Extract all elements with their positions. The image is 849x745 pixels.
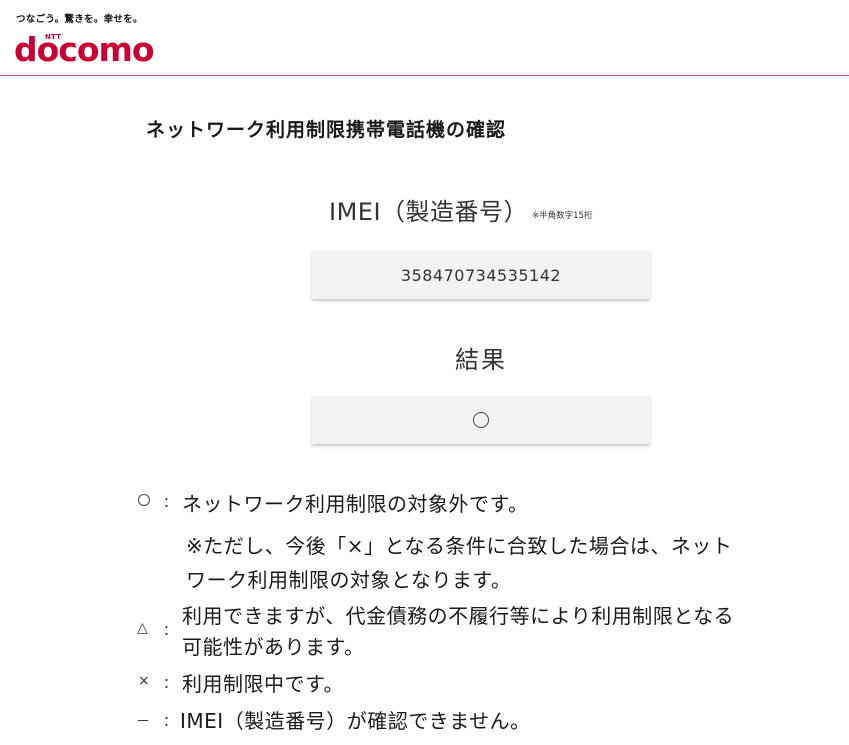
logo-wordmark: docomo (14, 30, 155, 69)
header-divider (0, 75, 849, 76)
page-title: ネットワーク利用制限携帯電話機の確認 (146, 119, 507, 141)
legend-triangle-line2: 可能性があります。 (182, 635, 365, 659)
imei-field[interactable]: 358470734535142 (312, 251, 650, 299)
legend-cross-separator: ： (163, 676, 177, 692)
brand-tagline: つなごう。驚きを。幸せを。 (16, 14, 143, 25)
legend-dash-separator: ： (163, 714, 177, 730)
legend-circle-icon (138, 494, 150, 506)
legend-circle-separator: ： (163, 495, 177, 511)
imei-heading: IMEI（製造番号） ※半角数字15桁 (329, 192, 592, 227)
result-heading: 結果 (455, 346, 507, 374)
site-header: つなごう。驚きを。幸せを。 docomo NTT (0, 0, 849, 76)
legend-dash-icon: － (136, 714, 150, 730)
docomo-logo[interactable]: docomo NTT (14, 30, 174, 70)
legend-triangle-icon: △ (137, 620, 148, 636)
imei-label: IMEI（製造番号） (329, 198, 529, 226)
legend-circle-note-line1: ※ただし、今後「×」となる条件に合致した場合は、ネット (186, 534, 733, 558)
legend-dash-text: IMEI（製造番号）が確認できません。 (180, 709, 531, 733)
legend-cross-icon: × (138, 673, 150, 689)
legend-triangle-line1: 利用できますが、代金債務の不履行等により利用制限となる (182, 604, 735, 628)
logo-ntt-mark: NTT (45, 33, 62, 41)
legend-triangle-separator: ： (163, 623, 177, 639)
result-field (312, 396, 650, 444)
circle-mark-icon (473, 412, 489, 428)
legend-circle-note-line2: ワーク利用制限の対象となります。 (186, 568, 512, 592)
legend-cross-text: 利用制限中です。 (182, 672, 344, 696)
legend-circle-text: ネットワーク利用制限の対象外です。 (182, 492, 529, 516)
imei-format-note: ※半角数字15桁 (532, 211, 593, 221)
